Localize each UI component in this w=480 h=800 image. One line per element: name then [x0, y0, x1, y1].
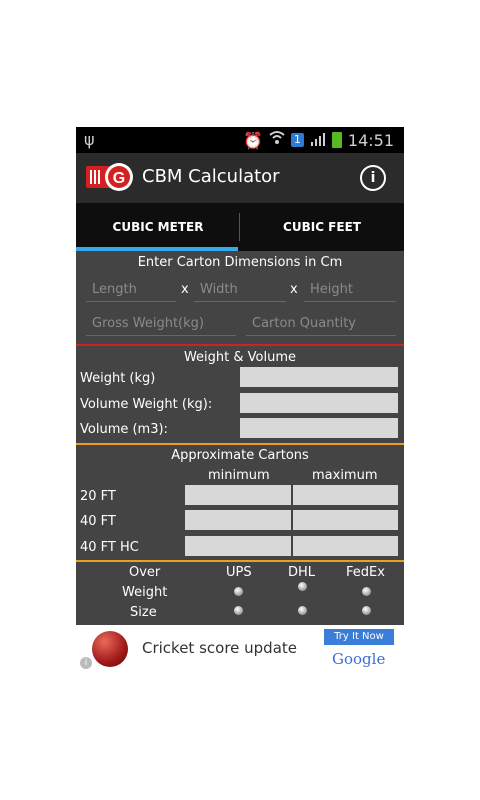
carton-quantity-input[interactable]: Carton Quantity — [246, 312, 396, 336]
container-40fthc-max — [293, 536, 398, 556]
ups-weight-indicator[interactable] — [234, 587, 243, 596]
usb-icon: ψ — [84, 130, 95, 149]
length-input[interactable]: Length — [86, 278, 176, 302]
dhl-column-label: DHL — [288, 565, 316, 580]
maximum-label: maximum — [312, 468, 378, 483]
volume-output — [240, 418, 398, 438]
height-input[interactable]: Height — [304, 278, 396, 302]
dimension-separator: x — [181, 282, 189, 297]
container-40fthc-label: 40 FT HC — [80, 540, 139, 555]
dhl-weight-indicator[interactable] — [298, 582, 307, 591]
container-40ft-label: 40 FT — [80, 514, 116, 529]
section-divider — [76, 560, 404, 562]
volume-weight-label: Volume Weight (kg): — [80, 397, 213, 412]
ups-column-label: UPS — [226, 565, 252, 580]
container-40ft-max — [293, 510, 398, 530]
wifi-icon — [269, 130, 285, 150]
signal-icon — [310, 131, 326, 150]
dimensions-title: Enter Carton Dimensions in Cm — [137, 255, 343, 270]
unit-tabs: CUBIC METER CUBIC FEET — [76, 203, 404, 251]
app-title: CBM Calculator — [142, 166, 280, 187]
container-20ft-min — [185, 485, 291, 505]
dimension-separator: x — [290, 282, 298, 297]
try-it-now-button[interactable]: Try It Now — [324, 629, 394, 645]
sim-badge: 1 — [290, 133, 304, 147]
section-divider — [76, 443, 404, 445]
fedex-weight-indicator[interactable] — [362, 587, 371, 596]
cartons-title: Approximate Cartons — [171, 448, 309, 463]
ad-info-icon[interactable]: i — [80, 657, 92, 669]
width-input[interactable]: Width — [194, 278, 286, 302]
container-40ft-min — [185, 510, 291, 530]
ad-text: Cricket score update — [142, 639, 298, 657]
minimum-label: minimum — [208, 468, 270, 483]
tab-cubic-feet[interactable]: CUBIC FEET — [240, 203, 404, 251]
info-button[interactable]: i — [360, 165, 386, 191]
size-row-label: Size — [130, 605, 157, 620]
weight-volume-title: Weight & Volume — [183, 350, 297, 365]
google-logo: Google — [332, 650, 386, 668]
fedex-column-label: FedEx — [346, 565, 385, 580]
tab-selected-indicator — [76, 247, 238, 251]
section-divider — [76, 344, 404, 346]
status-icons: ⏰ 1 14:51 — [243, 130, 394, 150]
app-logo-icon: G — [86, 163, 133, 191]
alarm-icon: ⏰ — [242, 130, 263, 150]
container-20ft-max — [293, 485, 398, 505]
weight-output — [240, 367, 398, 387]
status-time: 14:51 — [347, 130, 394, 150]
cricket-ball-icon — [92, 631, 128, 667]
app-screen: ψ ⏰ 1 14:51 G CBM Calculator i CUBIC MET… — [76, 127, 404, 673]
container-20ft-label: 20 FT — [80, 489, 116, 504]
weight-row-label: Weight — [122, 585, 168, 600]
status-bar: ψ ⏰ 1 14:51 — [76, 127, 404, 153]
container-40fthc-min — [185, 536, 291, 556]
ad-banner[interactable]: Cricket score update Try It Now Google i — [76, 625, 404, 673]
over-header: Over — [129, 565, 161, 580]
gross-weight-input[interactable]: Gross Weight(kg) — [86, 312, 236, 336]
volume-weight-output — [240, 393, 398, 413]
fedex-size-indicator[interactable] — [362, 606, 371, 615]
weight-label: Weight (kg) — [80, 371, 156, 386]
svg-text:G: G — [113, 170, 125, 187]
tab-cubic-meter[interactable]: CUBIC METER — [76, 203, 240, 251]
battery-icon — [331, 132, 342, 148]
ups-size-indicator[interactable] — [234, 606, 243, 615]
dhl-size-indicator[interactable] — [298, 606, 307, 615]
info-icon: i — [370, 170, 376, 186]
volume-label: Volume (m3): — [80, 422, 168, 437]
action-bar: G CBM Calculator i — [76, 153, 404, 203]
